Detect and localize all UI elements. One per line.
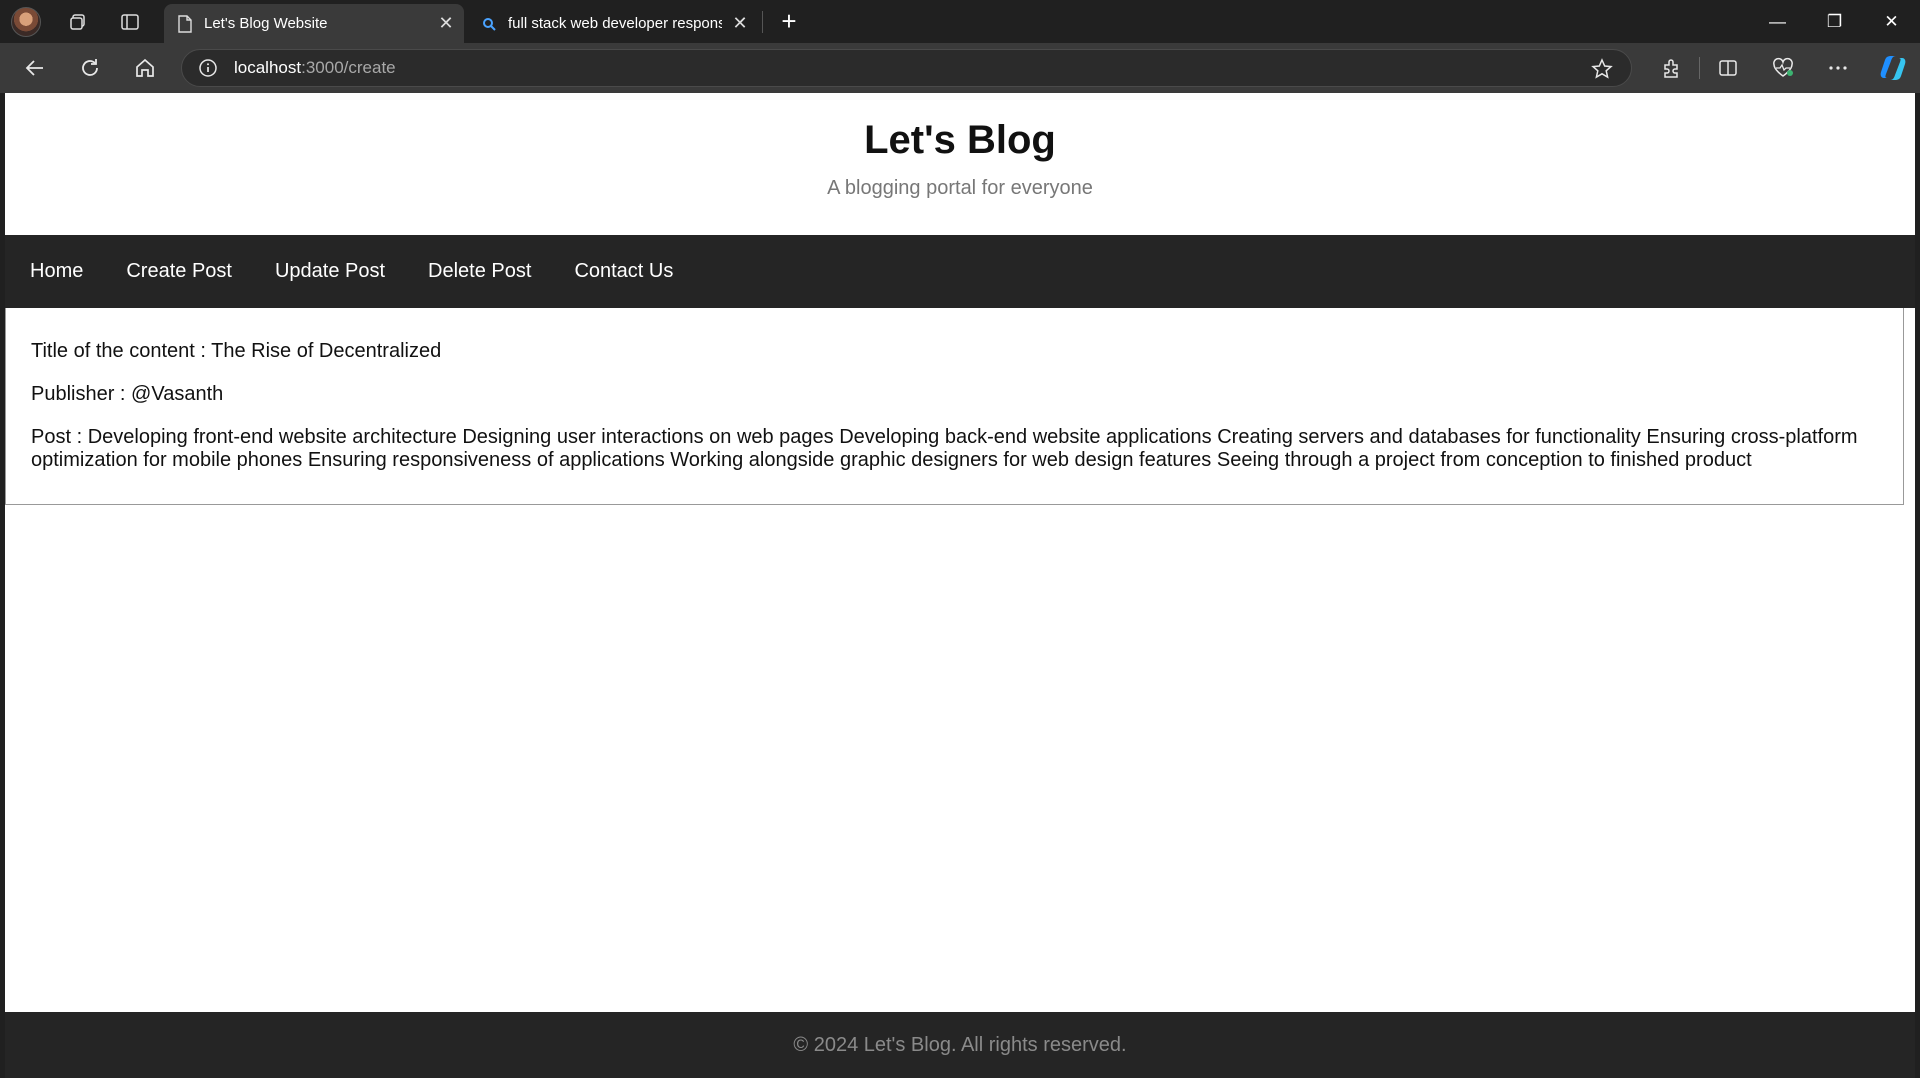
site-footer: © 2024 Let's Blog. All rights reserved. <box>5 1012 1915 1078</box>
workspaces-icon[interactable] <box>52 0 104 43</box>
tab-label: full stack web developer responsibilitie… <box>508 15 722 32</box>
nav-create-post[interactable]: Create Post <box>126 260 232 283</box>
more-icon[interactable] <box>1810 43 1865 93</box>
page-icon <box>178 14 192 33</box>
page-viewport: Let's Blog A blogging portal for everyon… <box>5 93 1915 1078</box>
info-icon[interactable] <box>182 58 234 78</box>
close-icon[interactable]: ✕ <box>428 13 464 34</box>
plus-icon[interactable]: + <box>774 0 804 43</box>
post-title: Title of the content : The Rise of Decen… <box>31 340 442 362</box>
close-window-icon[interactable]: ✕ <box>1863 0 1920 43</box>
nav-contact-us[interactable]: Contact Us <box>574 260 673 283</box>
tab-label: Let's Blog Website <box>204 15 328 32</box>
extensions-icon[interactable] <box>1644 43 1699 93</box>
avatar <box>11 6 41 37</box>
home-icon[interactable] <box>117 43 172 93</box>
site-navbar: Home Create Post Update Post Delete Post… <box>5 235 1915 308</box>
browser-tabstrip: Let's Blog Website ✕ full stack web deve… <box>0 0 1920 43</box>
copilot-icon[interactable] <box>1865 43 1920 93</box>
url-host: localhost <box>234 58 302 77</box>
browser-toolbar: localhost:3000/create <box>0 43 1920 93</box>
health-icon[interactable] <box>1755 43 1810 93</box>
tab-divider <box>762 11 763 33</box>
refresh-icon[interactable] <box>62 43 117 93</box>
back-icon[interactable] <box>7 43 62 93</box>
footer-text: © 2024 Let's Blog. All rights reserved. <box>793 1033 1127 1056</box>
restore-icon[interactable]: ❐ <box>1806 0 1863 43</box>
window-controls: — ❐ ✕ <box>1749 0 1920 43</box>
close-icon[interactable]: ✕ <box>722 13 758 34</box>
toolbar-right <box>1644 43 1920 93</box>
site-subtitle: A blogging portal for everyone <box>827 177 1093 199</box>
site-title: Let's Blog <box>864 118 1056 162</box>
post-card: Title of the content : The Rise of Decen… <box>5 308 1904 505</box>
site-header: Let's Blog A blogging portal for everyon… <box>5 93 1915 235</box>
search-icon <box>482 17 496 31</box>
url-path: :3000/create <box>301 58 396 77</box>
profile-button[interactable] <box>0 0 52 43</box>
split-screen-icon[interactable] <box>1700 43 1755 93</box>
nav-delete-post[interactable]: Delete Post <box>428 260 531 283</box>
post-body: Post : Developing front-end website arch… <box>31 426 1858 471</box>
nav-home[interactable]: Home <box>30 260 83 283</box>
nav-update-post[interactable]: Update Post <box>275 260 385 283</box>
tab-lets-blog[interactable]: Let's Blog Website ✕ <box>164 4 464 43</box>
tab-actions-icon[interactable] <box>104 0 156 43</box>
star-icon[interactable] <box>1591 58 1613 80</box>
post-publisher: Publisher : @Vasanth <box>31 383 224 405</box>
tab-search[interactable]: full stack web developer responsibilitie… <box>468 4 758 43</box>
minimize-icon[interactable]: — <box>1749 0 1806 43</box>
address-bar[interactable]: localhost:3000/create <box>181 49 1632 87</box>
